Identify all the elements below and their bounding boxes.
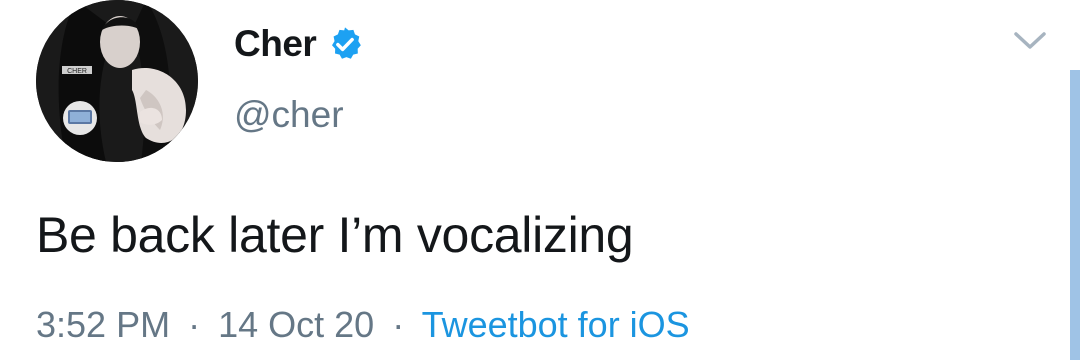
tweet-source-link[interactable]: Tweetbot for iOS — [422, 304, 690, 345]
display-name[interactable]: Cher — [234, 23, 317, 65]
user-handle[interactable]: @cher — [234, 94, 344, 136]
tweet-time[interactable]: 3:52 PM — [36, 304, 170, 345]
profile-photo-icon: CHER — [36, 0, 198, 162]
tweet-meta: 3:52 PM · 14 Oct 20 · Tweetbot for iOS — [36, 304, 690, 346]
meta-separator: · — [392, 304, 405, 345]
tweet-text: Be back later I’m vocalizing — [36, 207, 634, 263]
tweet-date[interactable]: 14 Oct 20 — [218, 304, 374, 345]
avatar[interactable]: CHER — [36, 0, 198, 162]
tweet-card: CHER Cher @cher Be back later I’m vocali… — [0, 0, 1080, 360]
verified-badge-icon — [326, 25, 364, 63]
meta-separator: · — [188, 304, 201, 345]
scroll-indicator[interactable] — [1070, 70, 1080, 360]
author-name-row[interactable]: Cher — [234, 16, 364, 72]
svg-text:CHER: CHER — [67, 68, 87, 75]
chevron-down-icon[interactable] — [1010, 26, 1050, 56]
